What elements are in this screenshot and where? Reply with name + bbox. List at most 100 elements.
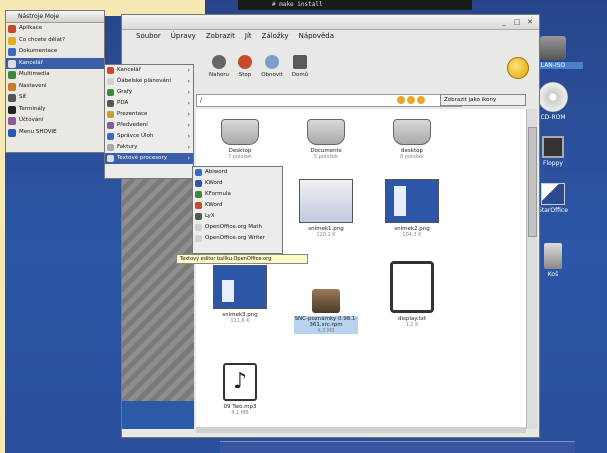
kmenu-item-label: Terminály	[19, 105, 46, 112]
folder-icon	[221, 119, 259, 145]
kmenu-item-sit[interactable]: Síť	[6, 92, 104, 104]
kmenu-item-kancelar[interactable]: Kancelář	[6, 57, 104, 69]
taskbar[interactable]	[220, 441, 575, 453]
home-button[interactable]: Domů	[287, 55, 313, 78]
submenu-item[interactable]: Správce Úloh ›	[105, 131, 193, 142]
submenu-item[interactable]: Ďábelské plánování ›	[105, 76, 193, 87]
kmenu-item-dokumentace[interactable]: Dokumentace	[6, 46, 104, 58]
side-pane-status	[122, 401, 194, 429]
maximize-icon[interactable]: □	[512, 17, 522, 27]
submenu-item[interactable]: KWord	[193, 200, 282, 211]
kword-icon	[195, 180, 202, 187]
image-thumbnail-icon	[299, 179, 353, 223]
file-item[interactable]: Desktop 7 položek	[208, 119, 272, 160]
lyx-icon	[195, 213, 202, 220]
menu-view[interactable]: Zobrazit	[206, 30, 235, 43]
zoom-reset-icon[interactable]	[407, 96, 415, 104]
menu-file[interactable]: Soubor	[136, 30, 161, 43]
file-size: 1,1 K	[405, 322, 419, 328]
submenu-item[interactable]: OpenOffice.org Math	[193, 222, 282, 233]
zoom-controls[interactable]	[397, 94, 425, 106]
text-processors-submenu: Abiword KWord KFormula KWord LyX OpenOff…	[192, 166, 283, 254]
submenu-item-label: OpenOffice.org Math	[205, 224, 263, 230]
planner-icon	[107, 78, 114, 85]
file-item[interactable]: snímek3.png 111,6 K	[208, 265, 272, 324]
submenu-item[interactable]: Faktury ›	[105, 142, 193, 153]
submenu-item[interactable]: Textové procesory ›	[105, 153, 193, 164]
menu-help[interactable]: Nápověda	[299, 30, 334, 43]
chevron-right-icon: ›	[187, 133, 190, 140]
file-item[interactable]: display.txt 1,1 K	[380, 261, 444, 328]
docs-icon	[8, 48, 16, 56]
submenu-item[interactable]: Předvedení ›	[105, 120, 193, 131]
folder-icon	[307, 119, 345, 145]
file-item[interactable]: snímek2.png 104,3 K	[380, 179, 444, 238]
file-item[interactable]: ♪ 09 Two.mp3 4,1 MB	[208, 363, 272, 416]
vertical-scrollbar[interactable]	[526, 109, 537, 429]
package-icon	[312, 289, 340, 313]
office-app-icon	[107, 67, 114, 74]
window-titlebar[interactable]: _ □ ✕	[122, 15, 539, 30]
pda-icon	[107, 100, 114, 107]
kmenu-item-aplikace[interactable]: Aplikace	[6, 23, 104, 35]
kword-icon	[195, 202, 202, 209]
submenu-item-label: OpenOffice.org Writer	[205, 235, 266, 241]
app-icon	[8, 25, 16, 33]
view-as-select[interactable]: Zobrazit jako ikony	[440, 94, 526, 106]
kmenu-item-menu[interactable]: Menu SHOVIE	[6, 127, 104, 139]
kmenu-item-multimedia[interactable]: Multimedia	[6, 69, 104, 81]
minimize-icon[interactable]: _	[499, 17, 509, 27]
menu-bookmarks[interactable]: Záložky	[262, 30, 289, 43]
submenu-item[interactable]: KFormula	[193, 189, 282, 200]
submenu-item[interactable]: OpenOffice.org Writer	[193, 233, 282, 244]
menu-go[interactable]: Jít	[245, 30, 252, 43]
submenu-item-label: Textové procesory	[117, 155, 168, 161]
file-size: 8 položek	[399, 154, 425, 160]
menu-edit[interactable]: Úpravy	[171, 30, 196, 43]
submenu-item[interactable]: Prezentace ›	[105, 109, 193, 120]
music-note-icon: ♪	[223, 363, 257, 401]
terminal-strip: # make install	[238, 0, 472, 10]
kformula-icon	[195, 191, 202, 198]
trash-icon	[544, 243, 562, 269]
camera-icon	[540, 36, 566, 60]
chevron-right-icon: ›	[187, 78, 190, 85]
chevron-right-icon: ›	[187, 100, 190, 107]
submenu-item[interactable]: Kancelář ›	[105, 65, 193, 76]
kmenu-item-terminaly[interactable]: Terminály	[6, 104, 104, 116]
submenu-item[interactable]: PDA ›	[105, 98, 193, 109]
submenu-item[interactable]: Grafy ›	[105, 87, 193, 98]
zoom-out-icon[interactable]	[397, 96, 405, 104]
reload-button[interactable]: Obnovit	[259, 55, 285, 78]
submenu-item[interactable]: Abiword	[193, 167, 282, 178]
horizontal-scrollbar[interactable]	[196, 427, 526, 433]
up-button[interactable]: Nahoru	[206, 55, 232, 78]
zoom-in-icon[interactable]	[417, 96, 425, 104]
throbber-logo-icon	[507, 57, 529, 79]
kmenu-item-label: Síť	[19, 94, 27, 100]
file-view: Desktop 7 položek Documents 5 položek de…	[196, 109, 526, 429]
ooo-math-icon	[195, 224, 202, 231]
chevron-right-icon: ›	[187, 67, 190, 74]
chevron-right-icon: ›	[187, 144, 190, 151]
stop-button[interactable]: Stop	[232, 55, 258, 78]
close-icon[interactable]: ✕	[525, 17, 535, 27]
file-item[interactable]: snímek1.png 120,1 K	[294, 179, 358, 238]
submenu-item[interactable]: LyX	[193, 211, 282, 222]
kmenu-item-co-chcete[interactable]: Co chcete dělat?	[6, 35, 104, 47]
question-icon	[8, 36, 16, 45]
kmenu-item-uctovani[interactable]: Účtování	[6, 115, 104, 127]
kmenu-item-nastaveni[interactable]: Nastavení	[6, 81, 104, 93]
office-submenu: Kancelář › Ďábelské plánování › Grafy › PDA…	[104, 64, 194, 179]
window-menubar: Soubor Úpravy Zobrazit Jít Záložky Nápov…	[122, 30, 539, 43]
file-item[interactable]: SNC-poznámky 0.98.1-361.src.rpm 4,3 MB	[294, 289, 358, 334]
file-size: 120,1 K	[316, 232, 336, 238]
file-item[interactable]: Documents 5 položek	[294, 119, 358, 160]
submenu-item[interactable]: KWord	[193, 178, 282, 189]
reload-label: Obnovit	[261, 72, 283, 78]
file-item[interactable]: desktop 8 položek	[380, 119, 444, 160]
kmenu-item-label: Multimedia	[19, 71, 50, 77]
scrollbar-thumb[interactable]	[528, 127, 537, 237]
folder-icon	[393, 119, 431, 145]
terminal-icon	[8, 105, 16, 114]
